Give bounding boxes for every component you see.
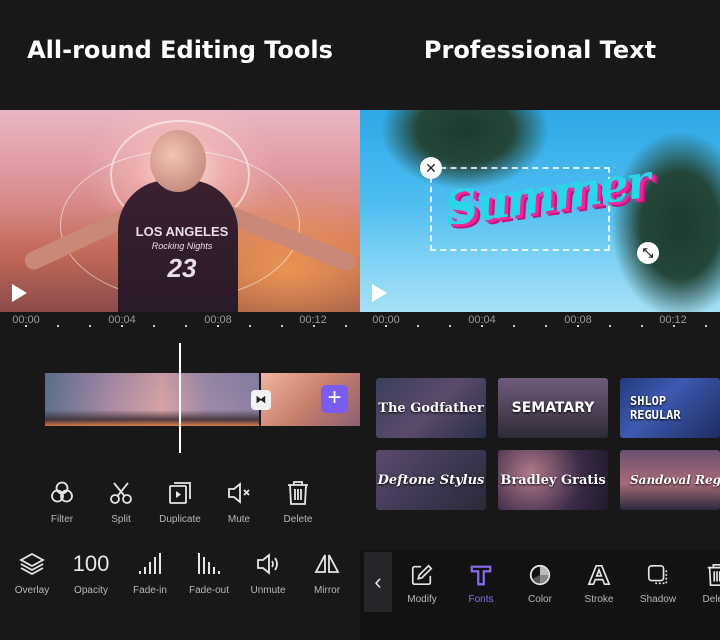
headline-editing-tools: All-round Editing Tools	[27, 36, 333, 64]
font-card-the-godfather[interactable]: The Godfather	[376, 378, 486, 438]
time-ruler[interactable]: 00:00 00:04 00:08 00:12	[360, 312, 720, 336]
ruler-tick	[57, 325, 59, 327]
font-card-shlop-regular[interactable]: SHLOP REGULAR	[620, 378, 720, 438]
timeline-clips[interactable]	[45, 373, 360, 426]
ruler-tick	[185, 325, 187, 327]
ruler-tick	[313, 325, 315, 327]
ruler-tick	[121, 325, 123, 327]
ruler-tick	[89, 325, 91, 327]
ruler-tick	[217, 325, 219, 327]
font-card-sandoval-regular[interactable]: Sandoval Regular	[620, 450, 720, 510]
add-clip-button[interactable]: +	[321, 385, 348, 413]
play-icon[interactable]	[12, 284, 27, 302]
tool-label: Delete	[283, 514, 313, 525]
text-preview[interactable]: Summer ✕ ⤡	[360, 110, 720, 312]
headline-professional-text: Professional Text	[423, 36, 657, 64]
ruler-tick	[153, 325, 155, 327]
font-card-sematary[interactable]: SEMATARY	[498, 378, 608, 438]
time-ruler[interactable]: 00:00 00:04 00:08 00:12	[0, 312, 360, 336]
tool-label: Delete	[702, 594, 720, 605]
play-icon[interactable]	[372, 284, 387, 302]
tool-delete[interactable]: Delete	[263, 480, 333, 525]
tool-mirror[interactable]: Mirror	[292, 551, 360, 596]
ruler-tick	[249, 325, 251, 327]
tool-label: Mirror	[313, 585, 341, 596]
tool-delete-text[interactable]: Delete	[682, 562, 720, 605]
ruler-tick	[641, 325, 643, 327]
editing-tools-panel: All-round Editing Tools LOS ANGELES Rock…	[0, 0, 360, 640]
mirror-icon	[292, 551, 360, 577]
jersey-line2: Rocking Nights	[151, 241, 213, 251]
close-icon[interactable]: ✕	[420, 157, 442, 179]
ruler-tick	[417, 325, 419, 327]
playhead[interactable]	[179, 343, 181, 453]
ruler-tick	[577, 325, 579, 327]
person-head	[150, 130, 206, 192]
trash-icon	[263, 480, 333, 506]
clip-sunset[interactable]	[45, 373, 259, 426]
ruler-tick	[449, 325, 451, 327]
ruler-tick	[481, 325, 483, 327]
video-preview[interactable]: LOS ANGELES Rocking Nights 23	[0, 110, 360, 312]
opacity-value: 100	[72, 551, 110, 576]
ruler-tick	[385, 325, 387, 327]
ruler-tick	[673, 325, 675, 327]
ruler-tick	[281, 325, 283, 327]
font-card-deftone-stylus[interactable]: Deftone Stylus	[376, 450, 486, 510]
ruler-tick	[25, 325, 27, 327]
ruler-tick	[513, 325, 515, 327]
ruler-tick	[345, 325, 347, 327]
trash-icon	[682, 562, 720, 588]
jersey-number: 23	[167, 253, 197, 283]
resize-icon[interactable]: ⤡	[637, 242, 659, 264]
professional-text-panel: Professional Text Summer ✕ ⤡ 00:00 00:04…	[360, 0, 720, 640]
bowtie-transition-icon[interactable]: ⧓	[251, 390, 271, 410]
font-card-bradley-gratis[interactable]: Bradley Gratis	[498, 450, 608, 510]
jersey-text: LOS ANGELES Rocking Nights 23	[132, 224, 232, 284]
jersey-line1: LOS ANGELES	[135, 224, 229, 239]
ruler-tick	[609, 325, 611, 327]
ruler-tick	[705, 325, 707, 327]
ruler-tick	[545, 325, 547, 327]
